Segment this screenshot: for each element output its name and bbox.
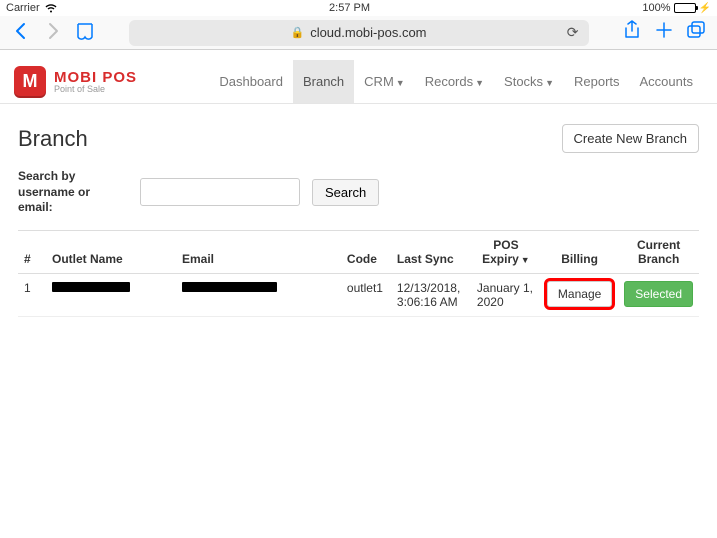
lock-icon: 🔒 bbox=[290, 26, 304, 39]
brand-name: MOBI POS bbox=[54, 70, 137, 85]
cell-email bbox=[176, 273, 341, 316]
back-button[interactable] bbox=[10, 20, 32, 46]
brand-subtitle: Point of Sale bbox=[54, 85, 137, 94]
search-label: Search by username or email: bbox=[18, 169, 128, 216]
new-tab-icon[interactable] bbox=[653, 21, 675, 45]
chevron-down-icon: ▼ bbox=[396, 78, 405, 88]
reload-icon[interactable]: ⟳ bbox=[567, 24, 579, 41]
search-button[interactable]: Search bbox=[312, 179, 379, 206]
col-email: Email bbox=[176, 230, 341, 273]
cell-last-sync: 12/13/2018, 3:06:16 AM bbox=[391, 273, 471, 316]
search-input[interactable] bbox=[140, 178, 300, 206]
bookmarks-icon[interactable] bbox=[74, 20, 96, 46]
chevron-down-icon: ▼ bbox=[545, 78, 554, 88]
device-status-bar: Carrier 2:57 PM 100% ⚡ bbox=[0, 0, 717, 16]
nav-dashboard[interactable]: Dashboard bbox=[209, 60, 293, 103]
sort-desc-icon: ▼ bbox=[521, 255, 530, 265]
clock: 2:57 PM bbox=[57, 2, 643, 14]
chevron-down-icon: ▼ bbox=[475, 78, 484, 88]
charging-icon: ⚡ bbox=[699, 3, 711, 14]
brand-logo: M bbox=[14, 66, 46, 98]
share-icon[interactable] bbox=[621, 20, 643, 46]
browser-toolbar: 🔒 cloud.mobi-pos.com ⟳ bbox=[0, 16, 717, 50]
nav-accounts[interactable]: Accounts bbox=[630, 60, 703, 103]
tabs-icon[interactable] bbox=[685, 21, 707, 45]
battery-icon bbox=[674, 3, 696, 13]
cell-index: 1 bbox=[18, 273, 46, 316]
cell-outlet bbox=[46, 273, 176, 316]
col-index: # bbox=[18, 230, 46, 273]
branch-table: # Outlet Name Email Code Last Sync POS E… bbox=[18, 230, 699, 317]
manage-button[interactable]: Manage bbox=[547, 281, 612, 307]
redacted-text bbox=[52, 282, 130, 292]
nav-branch[interactable]: Branch bbox=[293, 60, 354, 103]
cell-billing: Manage bbox=[541, 273, 618, 316]
col-last-sync: Last Sync bbox=[391, 230, 471, 273]
redacted-text bbox=[182, 282, 277, 292]
carrier-label: Carrier bbox=[6, 2, 40, 14]
app-navbar: M MOBI POS Point of Sale Dashboard Branc… bbox=[0, 50, 717, 104]
cell-current-branch: Selected bbox=[618, 273, 699, 316]
cell-pos-expiry: January 1, 2020 bbox=[471, 273, 541, 316]
brand[interactable]: M MOBI POS Point of Sale bbox=[14, 66, 137, 98]
cell-code: outlet1 bbox=[341, 273, 391, 316]
forward-button[interactable] bbox=[42, 20, 64, 46]
wifi-icon bbox=[45, 4, 57, 13]
nav-crm[interactable]: CRM▼ bbox=[354, 60, 415, 103]
col-outlet: Outlet Name bbox=[46, 230, 176, 273]
nav-records[interactable]: Records▼ bbox=[415, 60, 494, 103]
create-new-branch-button[interactable]: Create New Branch bbox=[562, 124, 699, 153]
url-text: cloud.mobi-pos.com bbox=[310, 25, 426, 40]
selected-button[interactable]: Selected bbox=[624, 281, 693, 307]
col-current-branch: Current Branch bbox=[618, 230, 699, 273]
nav-reports[interactable]: Reports bbox=[564, 60, 630, 103]
nav-stocks[interactable]: Stocks▼ bbox=[494, 60, 564, 103]
address-bar[interactable]: 🔒 cloud.mobi-pos.com ⟳ bbox=[129, 20, 589, 46]
col-pos-expiry[interactable]: POS Expiry▼ bbox=[471, 230, 541, 273]
col-code: Code bbox=[341, 230, 391, 273]
page-title: Branch bbox=[18, 126, 88, 152]
battery-pct: 100% bbox=[642, 2, 670, 14]
table-row: 1 outlet1 12/13/2018, 3:06:16 AM January… bbox=[18, 273, 699, 316]
col-billing: Billing bbox=[541, 230, 618, 273]
